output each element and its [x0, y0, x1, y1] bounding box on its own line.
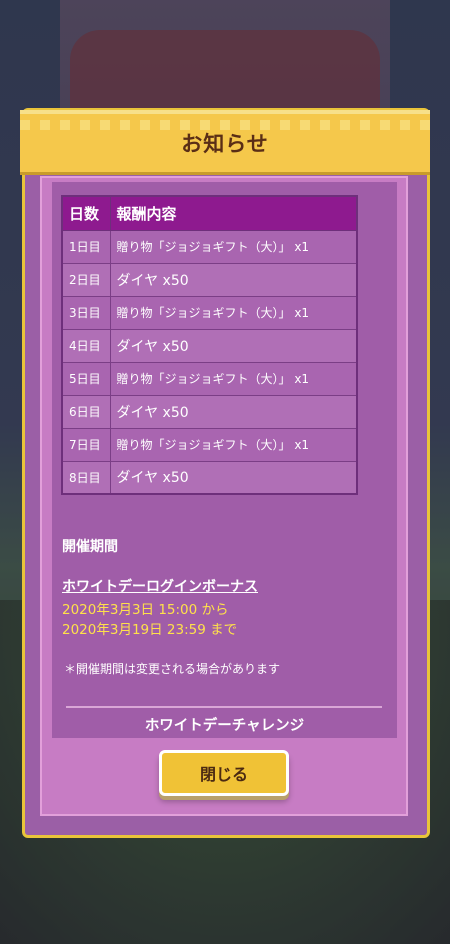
reward-cell: ダイヤ x50: [109, 460, 358, 495]
day-cell: 1日目: [61, 229, 111, 264]
period-note: ＊開催期間は変更される場合があります: [64, 662, 281, 676]
day-cell: 8日目: [61, 460, 111, 495]
close-button-label: 閉じる: [199, 765, 248, 784]
table-row: 7日目 贈り物「ジョジョギフト（大）」 x1: [61, 427, 358, 462]
day-cell: 5日目: [61, 361, 111, 396]
period-start: 2020年3月3日 15:00 から: [62, 602, 229, 618]
reward-cell: ダイヤ x50: [109, 328, 358, 363]
reward-cell: 贈り物「ジョジョギフト（大）」 x1: [109, 229, 358, 264]
dialog-title: お知らせ: [181, 132, 269, 156]
reward-cell: 贈り物「ジョジョギフト（大）」 x1: [109, 295, 358, 330]
table-row: 3日目 贈り物「ジョジョギフト（大）」 x1: [61, 295, 358, 330]
column-header-reward: 報酬内容: [109, 195, 358, 231]
period-end: 2020年3月19日 23:59 まで: [62, 622, 238, 638]
reward-table: 日数 報酬内容 1日目 贈り物「ジョジョギフト（大）」 x1 2日目 ダイヤ x…: [61, 195, 358, 495]
period-heading: 開催期間: [62, 539, 118, 555]
reward-cell: ダイヤ x50: [109, 394, 358, 429]
table-row: 1日目 贈り物「ジョジョギフト（大）」 x1: [61, 229, 358, 264]
day-cell: 3日目: [61, 295, 111, 330]
day-cell: 2日目: [61, 262, 111, 297]
table-row: 4日目 ダイヤ x50: [61, 328, 358, 363]
table-row: 8日目 ダイヤ x50: [61, 460, 358, 495]
reward-cell: 贈り物「ジョジョギフト（大）」 x1: [109, 361, 358, 396]
table-header-row: 日数 報酬内容: [61, 195, 358, 231]
next-section-title: ホワイトデーチャレンジ: [144, 718, 305, 734]
dialog-header: お知らせ: [20, 110, 430, 172]
reward-cell: 贈り物「ジョジョギフト（大）」 x1: [109, 427, 358, 462]
table-row: 6日目 ダイヤ x50: [61, 394, 358, 429]
close-button[interactable]: 閉じる: [159, 750, 289, 796]
day-cell: 4日目: [61, 328, 111, 363]
column-header-day: 日数: [61, 195, 111, 231]
event-name: ホワイトデーログインボーナス: [62, 579, 258, 595]
reward-cell: ダイヤ x50: [109, 262, 358, 297]
day-cell: 7日目: [61, 427, 111, 462]
section-divider: [66, 706, 382, 708]
day-cell: 6日目: [61, 394, 111, 429]
table-row: 2日目 ダイヤ x50: [61, 262, 358, 297]
table-row: 5日目 贈り物「ジョジョギフト（大）」 x1: [61, 361, 358, 396]
